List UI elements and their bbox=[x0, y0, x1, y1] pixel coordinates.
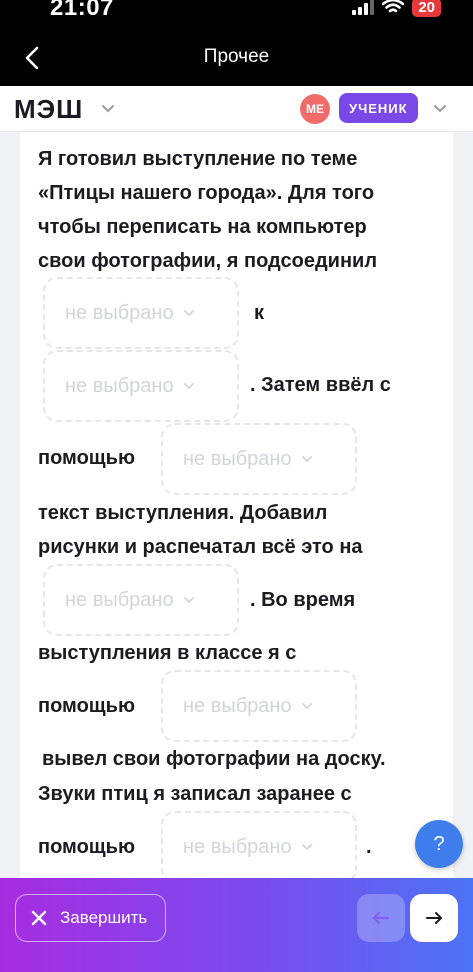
question-text: свои фотографии, я подсоединил bbox=[38, 250, 378, 272]
close-icon bbox=[31, 910, 47, 926]
logo[interactable]: МЭШ bbox=[14, 94, 83, 125]
chevron-down-icon bbox=[183, 310, 194, 317]
previous-button[interactable] bbox=[357, 894, 405, 942]
finish-label: Завершить bbox=[60, 908, 148, 927]
dropdown-placeholder: не выбрано bbox=[183, 835, 292, 858]
question-text: Я готовил выступление по теме bbox=[38, 148, 358, 170]
dropdown-placeholder: не выбрано bbox=[65, 588, 174, 611]
question-text: помощью bbox=[38, 447, 136, 469]
question-text: рисунки и распечатал всё это на bbox=[38, 536, 363, 558]
question-text: . Во время bbox=[250, 589, 356, 611]
page-title: Прочее bbox=[203, 46, 270, 67]
footer-bar: Завершить bbox=[0, 878, 473, 972]
dropdown-placeholder: не выбрано bbox=[183, 694, 292, 717]
dropdown-placeholder: не выбрано bbox=[65, 374, 174, 397]
answer-dropdown-3[interactable]: не выбрано bbox=[161, 423, 357, 495]
question-text: Звуки птиц я записал заранее с bbox=[38, 783, 352, 805]
chevron-down-icon bbox=[301, 844, 312, 851]
chevron-down-icon[interactable] bbox=[432, 100, 448, 116]
answer-dropdown-2[interactable]: не выбрано bbox=[43, 350, 239, 422]
chevron-down-icon bbox=[183, 597, 194, 604]
dropdown-placeholder: не выбрано bbox=[65, 301, 174, 324]
app-header: МЭШ МЕ УЧЕНИК bbox=[0, 86, 473, 132]
question-text: помощью bbox=[38, 836, 136, 858]
dropdown-placeholder: не выбрано bbox=[183, 447, 292, 470]
status-icons: 20 bbox=[352, 0, 441, 20]
answer-dropdown-5[interactable]: не выбрано bbox=[161, 670, 357, 742]
avatar[interactable]: МЕ bbox=[300, 94, 330, 124]
app-bar: Прочее bbox=[0, 30, 473, 86]
question-text: к bbox=[254, 302, 265, 324]
question-text: текст выступления. Добавил bbox=[38, 502, 328, 524]
question-text: чтобы переписать на компьютер bbox=[38, 216, 367, 238]
chevron-down-icon[interactable] bbox=[100, 100, 116, 116]
wifi-icon bbox=[382, 0, 405, 13]
arrow-right-icon bbox=[426, 912, 442, 924]
role-badge[interactable]: УЧЕНИК bbox=[339, 93, 418, 123]
question-text: . Затем ввёл с bbox=[250, 374, 391, 396]
question-text: помощью bbox=[38, 695, 136, 717]
answer-dropdown-1[interactable]: не выбрано bbox=[43, 277, 239, 349]
answer-dropdown-6[interactable]: не выбрано bbox=[161, 811, 357, 883]
finish-button[interactable]: Завершить bbox=[15, 894, 166, 942]
question-text: вывел свои фотографии на доску. bbox=[42, 748, 386, 770]
question-text: . bbox=[366, 836, 372, 858]
question-text: «Птицы нашего города». Для того bbox=[38, 182, 375, 204]
status-bar: 21:07 20 bbox=[0, 0, 473, 30]
next-button[interactable] bbox=[410, 894, 458, 942]
answer-dropdown-4[interactable]: не выбрано bbox=[43, 564, 239, 636]
clock: 21:07 bbox=[50, 0, 114, 21]
chevron-down-icon bbox=[301, 456, 312, 463]
signal-icon bbox=[352, 0, 375, 15]
chevron-down-icon bbox=[301, 703, 312, 710]
chevron-down-icon bbox=[183, 383, 194, 390]
help-button[interactable]: ? bbox=[415, 820, 463, 868]
battery-indicator: 20 bbox=[412, 0, 441, 17]
question-text: выступления в классе я с bbox=[38, 642, 297, 664]
arrow-left-icon bbox=[373, 912, 389, 924]
